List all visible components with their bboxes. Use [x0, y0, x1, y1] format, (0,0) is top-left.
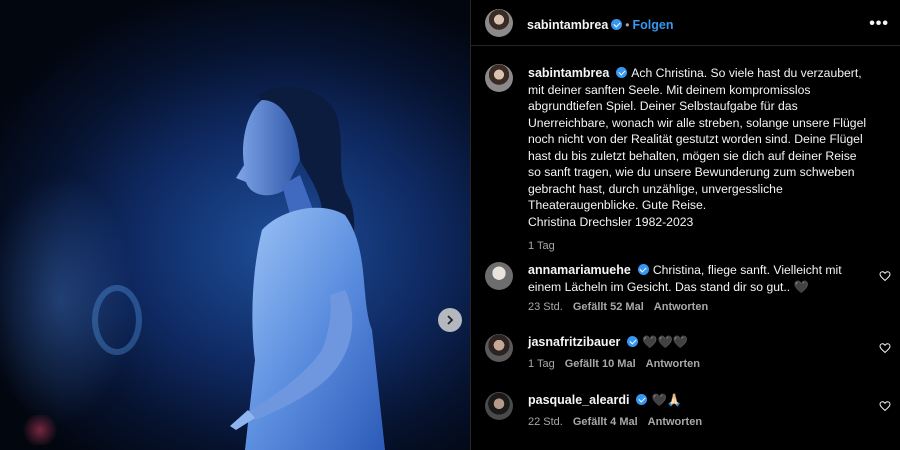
comment-likes[interactable]: Gefällt 10 Mal: [565, 358, 636, 370]
comment-text: 🖤🙏🏻: [651, 393, 682, 407]
verified-badge-icon: [616, 67, 628, 78]
verified-badge-icon: [611, 19, 623, 30]
reply-button[interactable]: Antworten: [654, 301, 708, 313]
verified-badge-icon: [637, 264, 649, 275]
reply-button[interactable]: Antworten: [646, 358, 700, 370]
post-panel: sabintambrea • Folgen ••• sabintambrea Ach …: [470, 0, 900, 450]
comment-time: 23 Std.: [528, 301, 563, 313]
next-image-button[interactable]: [438, 308, 462, 332]
caption-body: sabintambrea Ach Christina. So viele hast…: [528, 65, 868, 255]
comment-likes[interactable]: Gefällt 4 Mal: [573, 416, 638, 428]
caption-signature: Christina Drechsler 1982-2023: [528, 214, 694, 229]
heart-icon[interactable]: [879, 400, 891, 412]
author-avatar[interactable]: [485, 9, 513, 37]
caption-time: 1 Tag: [528, 240, 555, 252]
follow-button[interactable]: Folgen: [632, 18, 673, 32]
comment-meta: 23 Std. Gefällt 52 Mal Antworten: [528, 301, 718, 313]
caption-username[interactable]: sabintambrea: [528, 66, 609, 80]
verified-badge-icon: [627, 336, 639, 347]
commenter-avatar[interactable]: [485, 334, 513, 362]
actress-figure: [230, 87, 385, 450]
comment-username[interactable]: annamariamuehe: [528, 263, 631, 277]
chevron-right-icon: [447, 315, 454, 325]
caption-avatar[interactable]: [485, 64, 513, 92]
comment-likes[interactable]: Gefällt 52 Mal: [573, 301, 644, 313]
reply-button[interactable]: Antworten: [648, 416, 702, 428]
comment-body: jasnafritzibauer 🖤🖤🖤: [528, 334, 858, 351]
comment-username[interactable]: jasnafritzibauer: [528, 335, 620, 349]
comment-body: pasquale_aleardi 🖤🙏🏻: [528, 392, 858, 409]
comment-text: 🖤🖤🖤: [642, 335, 688, 349]
commenter-avatar[interactable]: [485, 392, 513, 420]
commenter-avatar[interactable]: [485, 262, 513, 290]
comment-meta: 1 Tag Gefällt 10 Mal Antworten: [528, 358, 710, 370]
verified-badge-icon: [636, 394, 648, 405]
post-photo[interactable]: [0, 0, 470, 450]
author-username[interactable]: sabintambrea: [527, 18, 608, 32]
heart-icon[interactable]: [879, 342, 891, 354]
comment-time: 1 Tag: [528, 358, 555, 370]
comment-body: annamariamuehe Christina, fliege sanft. V…: [528, 262, 858, 295]
comment-time: 22 Std.: [528, 416, 563, 428]
more-options-icon[interactable]: •••: [869, 15, 889, 33]
post-header: sabintambrea • Folgen •••: [471, 0, 900, 46]
comment-meta: 22 Std. Gefällt 4 Mal Antworten: [528, 416, 712, 428]
comment-username[interactable]: pasquale_aleardi: [528, 393, 629, 407]
header-separator: •: [625, 18, 630, 32]
caption-text: Ach Christina. So viele hast du verzaube…: [528, 66, 867, 212]
heart-icon[interactable]: [879, 270, 891, 282]
